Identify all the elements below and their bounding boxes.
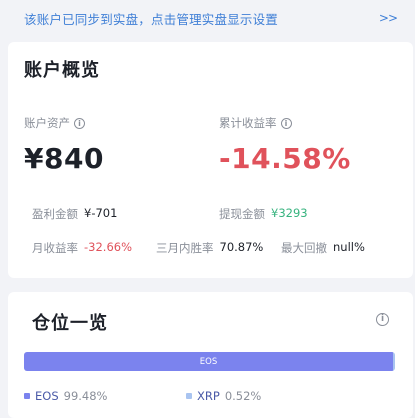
legend-swatch bbox=[24, 393, 30, 399]
sync-banner[interactable]: 该账户已同步到实盘，点击管理实盘显示设置 >> bbox=[0, 0, 415, 36]
assets-label-row: 账户资产 i bbox=[24, 115, 85, 131]
allocation-segment-label: EOS bbox=[199, 356, 218, 367]
info-icon[interactable]: i bbox=[280, 117, 292, 129]
assets-value: ¥840 bbox=[24, 142, 104, 175]
withdraw-value: ¥3293 bbox=[271, 206, 308, 220]
positions-title: 仓位一览 bbox=[32, 313, 108, 334]
drawdown-stat: 最大回撤 null% bbox=[281, 240, 365, 256]
return-label-row: 累计收益率 i bbox=[219, 115, 292, 131]
legend-swatch bbox=[186, 393, 192, 399]
monthly-return-label: 月收益率 bbox=[32, 241, 78, 255]
return-label: 累计收益率 bbox=[219, 116, 277, 130]
legend-name: XRP bbox=[197, 389, 220, 403]
account-overview-title: 账户概览 bbox=[24, 60, 100, 81]
position-allocation-bar: EOS bbox=[24, 352, 395, 371]
profit-label: 盈利金额 bbox=[32, 207, 78, 221]
monthly-return-value: -32.66% bbox=[84, 240, 132, 254]
withdraw-stat: 提现金额 ¥3293 bbox=[219, 206, 308, 222]
monthly-return-stat: 月收益率 -32.66% bbox=[32, 240, 132, 256]
winrate-value: 70.87% bbox=[219, 240, 264, 254]
allocation-segment-eos: EOS bbox=[24, 352, 394, 371]
legend-item-eos: EOS 99.48% bbox=[24, 389, 107, 403]
drawdown-label: 最大回撤 bbox=[281, 241, 327, 255]
info-icon[interactable]: i bbox=[376, 313, 389, 326]
drawdown-value: null% bbox=[333, 240, 365, 254]
account-overview-card: 账户概览 账户资产 i 累计收益率 i ¥840 -14.58% 盈利金额 ¥-… bbox=[8, 42, 413, 278]
assets-label: 账户资产 bbox=[24, 116, 70, 130]
profit-stat: 盈利金额 ¥-701 bbox=[32, 206, 117, 222]
double-chevron-right-icon[interactable]: >> bbox=[379, 11, 398, 25]
winrate-stat: 三月内胜率 70.87% bbox=[156, 240, 263, 256]
withdraw-label: 提现金额 bbox=[219, 207, 265, 221]
positions-card: 仓位一览 i EOS EOS 99.48% XRP 0.52% bbox=[8, 292, 413, 418]
legend-item-xrp: XRP 0.52% bbox=[186, 389, 261, 403]
legend-percent: 0.52% bbox=[224, 389, 262, 403]
total-return-value: -14.58% bbox=[219, 142, 351, 175]
info-icon[interactable]: i bbox=[74, 117, 85, 129]
sync-banner-text[interactable]: 该账户已同步到实盘，点击管理实盘显示设置 bbox=[24, 9, 278, 28]
allocation-segment-xrp bbox=[393, 352, 395, 371]
legend-percent: 99.48% bbox=[63, 389, 108, 403]
winrate-label: 三月内胜率 bbox=[156, 241, 214, 255]
profit-value: ¥-701 bbox=[84, 206, 118, 220]
legend-name: EOS bbox=[35, 389, 59, 403]
